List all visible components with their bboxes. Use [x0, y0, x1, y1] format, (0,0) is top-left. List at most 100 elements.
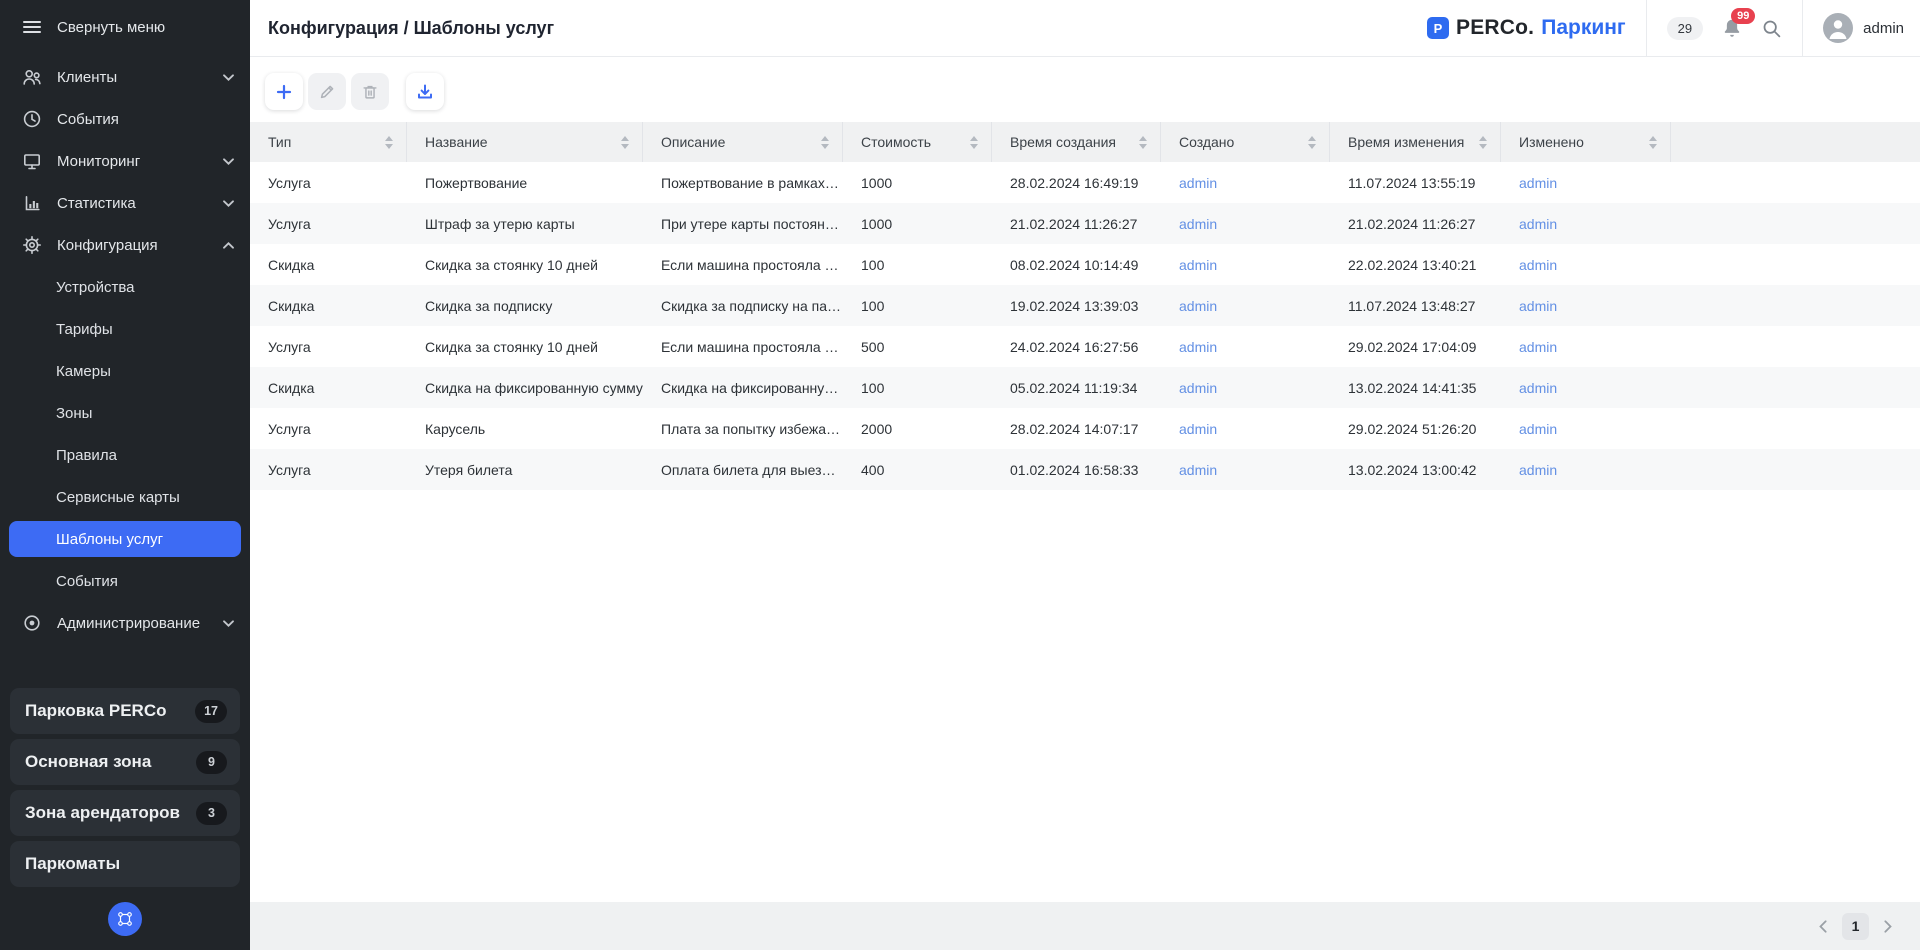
- table-row[interactable]: Скидка Скидка на фиксированную сумму Ски…: [250, 367, 1920, 408]
- sidebar-subitem[interactable]: Зоны: [0, 392, 250, 434]
- logo-mark-icon: P: [1427, 17, 1449, 39]
- column-header[interactable]: Стоимость: [843, 122, 992, 162]
- cell-description: Скидка за подписку на па…: [643, 298, 843, 314]
- zone-label: Паркоматы: [25, 854, 120, 874]
- table-row[interactable]: Услуга Пожертвование Пожертвование в рам…: [250, 162, 1920, 203]
- cell-cost: 2000: [843, 421, 992, 437]
- sort-icon[interactable]: [970, 136, 978, 149]
- prev-page-button[interactable]: [1819, 920, 1827, 933]
- sort-icon[interactable]: [621, 136, 629, 149]
- zone-card[interactable]: Основная зона 9: [10, 739, 240, 785]
- sidebar-subitem[interactable]: Устройства: [0, 266, 250, 308]
- sidebar-item-administration[interactable]: Администрирование: [0, 602, 250, 644]
- current-page[interactable]: 1: [1842, 913, 1869, 940]
- cell-modified-at: 22.02.2024 13:40:21: [1330, 257, 1501, 273]
- counter-badge[interactable]: 29: [1667, 17, 1703, 40]
- sidebar-subitem-label: Камеры: [56, 363, 111, 380]
- sidebar-subitem[interactable]: Шаблоны услуг: [9, 521, 241, 557]
- cell-modified-by-link[interactable]: admin: [1501, 298, 1671, 314]
- cell-type: Скидка: [250, 298, 407, 314]
- notifications-button[interactable]: 99: [1721, 17, 1743, 39]
- breadcrumb: Конфигурация / Шаблоны услуг: [268, 18, 554, 39]
- sort-icon[interactable]: [385, 136, 393, 149]
- collapse-menu-button[interactable]: Свернуть меню: [0, 4, 250, 50]
- table-row[interactable]: Скидка Скидка за подписку Скидка за подп…: [250, 285, 1920, 326]
- sort-icon[interactable]: [1479, 136, 1487, 149]
- cell-created-by-link[interactable]: admin: [1161, 339, 1330, 355]
- sidebar-subitem[interactable]: Тарифы: [0, 308, 250, 350]
- cell-created-by-link[interactable]: admin: [1161, 462, 1330, 478]
- cell-type: Услуга: [250, 216, 407, 232]
- user-name[interactable]: admin: [1863, 20, 1904, 37]
- sort-icon[interactable]: [1139, 136, 1147, 149]
- sidebar-item-events[interactable]: События: [0, 98, 250, 140]
- cell-modified-by-link[interactable]: admin: [1501, 462, 1671, 478]
- cell-created-by-link[interactable]: admin: [1161, 257, 1330, 273]
- cell-created-by-link[interactable]: admin: [1161, 216, 1330, 232]
- column-header-label: Описание: [661, 134, 725, 150]
- cell-modified-by-link[interactable]: admin: [1501, 175, 1671, 191]
- sidebar-item-label: События: [57, 111, 119, 128]
- cell-modified-by-link[interactable]: admin: [1501, 257, 1671, 273]
- plus-icon: [274, 82, 294, 102]
- add-button[interactable]: [265, 73, 303, 110]
- sidebar-subitem[interactable]: Сервисные карты: [0, 476, 250, 518]
- cell-modified-by-link[interactable]: admin: [1501, 421, 1671, 437]
- cell-created-by-link[interactable]: admin: [1161, 380, 1330, 396]
- cell-created-by-link[interactable]: admin: [1161, 421, 1330, 437]
- cell-name: Скидка за стоянку 10 дней: [407, 257, 643, 273]
- cell-type: Скидка: [250, 257, 407, 273]
- cell-modified-by-link[interactable]: admin: [1501, 339, 1671, 355]
- sidebar-subitem[interactable]: Камеры: [0, 350, 250, 392]
- sidebar-item-monitoring[interactable]: Мониторинг: [0, 140, 250, 182]
- sidebar-item-clients[interactable]: Клиенты: [0, 56, 250, 98]
- cell-modified-by-link[interactable]: admin: [1501, 380, 1671, 396]
- cell-created-at: 24.02.2024 16:27:56: [992, 339, 1161, 355]
- edit-button[interactable]: [308, 73, 346, 110]
- clients-icon: [22, 67, 42, 87]
- zone-label: Парковка PERCo: [25, 701, 166, 721]
- column-header[interactable]: [1671, 122, 1920, 162]
- cell-modified-at: 29.02.2024 51:26:20: [1330, 421, 1501, 437]
- table-row[interactable]: Услуга Утеря билета Оплата билета для вы…: [250, 449, 1920, 490]
- cell-description: Скидка на фиксированну…: [643, 380, 843, 396]
- sidebar-item-statistics[interactable]: Статистика: [0, 182, 250, 224]
- topbar-right: P PERCo. Паркинг 29 99: [1427, 0, 1904, 56]
- avatar[interactable]: [1823, 13, 1853, 43]
- cell-created-at: 08.02.2024 10:14:49: [992, 257, 1161, 273]
- table-row[interactable]: Скидка Скидка за стоянку 10 дней Если ма…: [250, 244, 1920, 285]
- cell-created-at: 01.02.2024 16:58:33: [992, 462, 1161, 478]
- cell-created-by-link[interactable]: admin: [1161, 175, 1330, 191]
- delete-button[interactable]: [351, 73, 389, 110]
- sidebar-item-configuration[interactable]: Конфигурация: [0, 224, 250, 266]
- table-row[interactable]: Услуга Карусель Плата за попытку избежа……: [250, 408, 1920, 449]
- table-row[interactable]: Услуга Штраф за утерю карты При утере ка…: [250, 203, 1920, 244]
- column-header-label: Время создания: [1010, 134, 1116, 150]
- export-button[interactable]: [406, 73, 444, 110]
- cell-description: При утере карты постоян…: [643, 216, 843, 232]
- table-row[interactable]: Услуга Скидка за стоянку 10 дней Если ма…: [250, 326, 1920, 367]
- zone-card[interactable]: Парковка PERCo 17: [10, 688, 240, 734]
- column-header[interactable]: Время изменения: [1330, 122, 1501, 162]
- column-header[interactable]: Название: [407, 122, 643, 162]
- cell-description: Плата за попытку избежа…: [643, 421, 843, 437]
- sort-icon[interactable]: [1649, 136, 1657, 149]
- column-header[interactable]: Изменено: [1501, 122, 1671, 162]
- cell-modified-by-link[interactable]: admin: [1501, 216, 1671, 232]
- sort-icon[interactable]: [821, 136, 829, 149]
- table-body: Услуга Пожертвование Пожертвование в рам…: [250, 162, 1920, 490]
- sort-icon[interactable]: [1308, 136, 1316, 149]
- cell-created-by-link[interactable]: admin: [1161, 298, 1330, 314]
- search-button[interactable]: [1761, 18, 1782, 39]
- cell-cost: 1000: [843, 216, 992, 232]
- column-header[interactable]: Описание: [643, 122, 843, 162]
- sidebar-subitem[interactable]: События: [0, 560, 250, 602]
- zone-card[interactable]: Паркоматы: [10, 841, 240, 887]
- column-header[interactable]: Создано: [1161, 122, 1330, 162]
- zone-card[interactable]: Зона арендаторов 3: [10, 790, 240, 836]
- next-page-button[interactable]: [1884, 920, 1892, 933]
- map-editor-button[interactable]: [108, 902, 142, 936]
- sidebar-subitem[interactable]: Правила: [0, 434, 250, 476]
- column-header[interactable]: Тип: [250, 122, 407, 162]
- column-header[interactable]: Время создания: [992, 122, 1161, 162]
